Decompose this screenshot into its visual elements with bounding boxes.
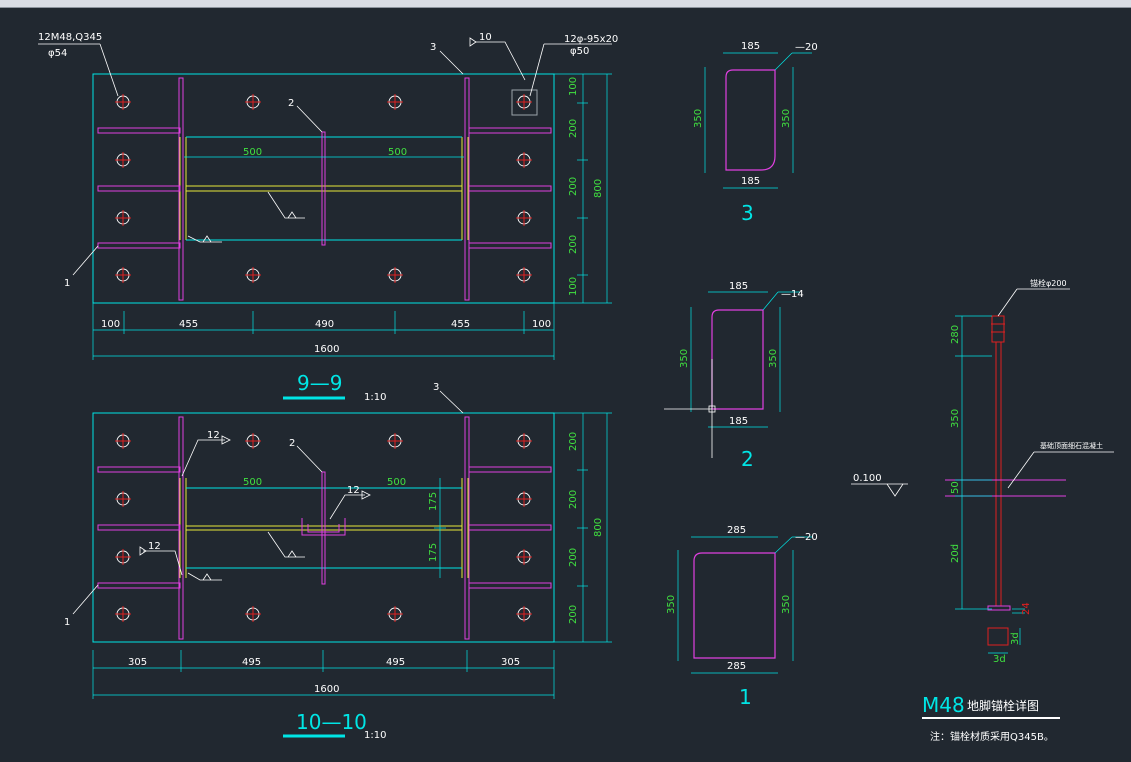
plate-3-detail: 185 185 350 350 —20 3 (693, 41, 818, 225)
anchor-nut (991, 315, 1005, 343)
anchor-rod (995, 341, 1002, 607)
plate-1-top-dim: 285 (727, 525, 746, 536)
bottom-dim-4: 305 (501, 657, 520, 668)
plate-2-right-dim: 350 (768, 349, 779, 368)
bottom-dim-3: 490 (315, 319, 334, 330)
foot-24: 24 (1021, 602, 1032, 615)
plate-3-thickness: —20 (795, 42, 818, 53)
anchor-foot-plate (987, 605, 1011, 611)
plate-2-detail: 185 185 350 350 —14 2 (664, 281, 804, 471)
mark-1: 1 (64, 278, 70, 289)
base-plate-outline (92, 73, 555, 304)
weld-size-b: 12 (148, 541, 161, 552)
i-beam (179, 137, 469, 240)
mark-3: 3 (430, 42, 436, 53)
right-dim-2: 200 (568, 119, 579, 138)
i-beam (179, 478, 469, 578)
view-title: 9—9 (297, 371, 342, 395)
overall-width: 1600 (314, 344, 339, 355)
washer-hole: φ50 (570, 46, 589, 57)
overall-height: 800 (593, 179, 604, 198)
plate-2-left-dim: 350 (679, 349, 690, 368)
base-plate-outline (92, 412, 555, 643)
bottom-dim-4: 455 (451, 319, 470, 330)
weld-size: 10 (479, 32, 492, 43)
bottom-dim-5: 100 (532, 319, 551, 330)
nut-note: 锚栓φ200 (1030, 278, 1067, 288)
plate-3-top-dim: 185 (741, 41, 760, 52)
anchor-dim-20d: 20d (950, 544, 961, 563)
beam-flange-lines (186, 136, 462, 241)
weld-size-c: 12 (347, 485, 360, 496)
callouts (72, 390, 464, 615)
view-title: 10—10 (296, 710, 367, 734)
stiffener-plates (97, 77, 552, 301)
plate-2-thickness: —14 (781, 289, 804, 300)
overall-height: 800 (593, 518, 604, 537)
foot-3d-a: 3d (1010, 632, 1021, 645)
right-dim-4: 200 (568, 605, 579, 624)
weld-size-a: 12 (207, 430, 220, 441)
plate-3-right-dim: 350 (781, 109, 792, 128)
plate-3-left-dim: 350 (693, 109, 704, 128)
right-dim-2: 200 (568, 490, 579, 509)
inner-dim-left: 500 (243, 477, 262, 488)
view-9-9: 12M48,Q345 φ54 12φ-95x20 φ50 10 3 2 1 50… (38, 32, 618, 403)
anchor-dim-350: 350 (950, 409, 961, 428)
weld-leaders (187, 191, 305, 243)
view-scale: 1:10 (364, 392, 386, 403)
right-dim-3: 200 (568, 548, 579, 567)
view-scale: 1:10 (364, 730, 386, 741)
bottom-dim-2: 455 (179, 319, 198, 330)
inner-dim-right: 500 (388, 147, 407, 158)
anchor-note: 注：锚栓材质采用Q345B。 (930, 730, 1054, 743)
plate-2-bottom-dim: 185 (729, 416, 748, 427)
right-dim-5: 100 (568, 277, 579, 296)
bottom-dim-1: 100 (101, 319, 120, 330)
overall-width: 1600 (314, 684, 339, 695)
plate-2-label: 2 (741, 447, 754, 471)
foot-3d-b: 3d (993, 654, 1006, 665)
anchor-bolt-detail: 锚栓φ200 基础顶面细石混凝土 0.100 280 350 50 20d 24… (851, 278, 1114, 743)
view-10-10: 12 12 12 3 2 1 500 500 175 175 200 200 2… (64, 382, 612, 741)
right-dim-1: 100 (568, 77, 579, 96)
cad-drawing-canvas[interactable]: 12M48,Q345 φ54 12φ-95x20 φ50 10 3 2 1 50… (0, 7, 1131, 758)
washer-spec: 12φ-95x20 (564, 34, 618, 45)
bolt-spec: 12M48,Q345 (38, 32, 102, 43)
concrete-note: 基础顶面细石混凝土 (1040, 441, 1103, 450)
right-dim-3: 200 (568, 177, 579, 196)
bottom-dim-3: 495 (386, 657, 405, 668)
plate-1-thickness: —20 (795, 532, 818, 543)
plate-3-label: 3 (741, 201, 754, 225)
plate-1-left-dim: 350 (666, 595, 677, 614)
anchor-dim-280: 280 (950, 325, 961, 344)
weld-leaders (139, 435, 371, 581)
stiffener-dim-top: 175 (428, 492, 439, 511)
anchor-title-big: M48 (922, 693, 965, 717)
bottom-dim-2: 495 (242, 657, 261, 668)
anchor-dim-50: 50 (950, 481, 961, 494)
plate-1-detail: 285 285 350 350 —20 1 (666, 525, 818, 709)
mark-2: 2 (289, 438, 295, 449)
mark-3: 3 (433, 382, 439, 393)
plate-3-bottom-dim: 185 (741, 176, 760, 187)
plate-1-bottom-dim: 285 (727, 661, 746, 672)
right-dim-4: 200 (568, 235, 579, 254)
plate-2-top-dim: 185 (729, 281, 748, 292)
bottom-dim-1: 305 (128, 657, 147, 668)
stiffener-plates (97, 416, 552, 640)
plate-1-label: 1 (739, 685, 752, 709)
mark-1: 1 (64, 617, 70, 628)
mark-2: 2 (288, 98, 294, 109)
right-dim-1: 200 (568, 432, 579, 451)
elevation-label: 0.100 (853, 473, 882, 484)
stiffener-dim-bottom: 175 (428, 543, 439, 562)
plate-1-right-dim: 350 (781, 595, 792, 614)
beam-flange-lines (186, 487, 462, 569)
bolt-hole-dia: φ54 (48, 48, 67, 59)
inner-dim-right: 500 (387, 477, 406, 488)
anchor-foot-section (987, 627, 1009, 646)
inner-dim-left: 500 (243, 147, 262, 158)
anchor-title-small: 地脚锚栓详图 (967, 698, 1039, 713)
